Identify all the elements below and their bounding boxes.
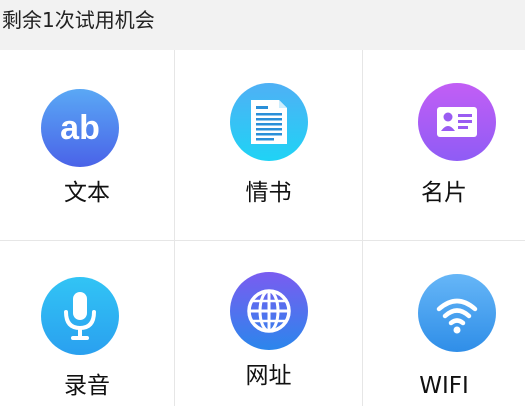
grid-item-wifi[interactable]: WIFI	[363, 241, 525, 406]
business-card-icon	[417, 82, 497, 162]
microphone-icon	[40, 276, 120, 356]
grid-item-text[interactable]: ab 文本	[0, 50, 174, 240]
grid-item-label: 录音	[64, 373, 110, 399]
grid-item-label: 情书	[245, 180, 292, 206]
text-ab-icon: ab	[40, 88, 120, 168]
grid-item-url[interactable]: 网址	[175, 241, 362, 406]
function-grid: ab 文本 情书 名片 录音 网址 WIFI	[0, 50, 525, 406]
svg-text:ab: ab	[60, 109, 100, 147]
trial-remaining-text: 剩余1次试用机会	[2, 8, 155, 32]
grid-item-label: 名片	[421, 180, 467, 206]
grid-item-label: 网址	[245, 363, 292, 389]
grid-item-business-card[interactable]: 名片	[363, 50, 525, 240]
document-icon	[229, 82, 309, 162]
trial-banner: 剩余1次试用机会	[0, 0, 525, 50]
grid-item-label: WIFI	[419, 373, 469, 399]
globe-icon	[229, 271, 309, 351]
grid-item-label: 文本	[64, 180, 110, 206]
grid-item-recording[interactable]: 录音	[0, 241, 174, 406]
grid-item-love-letter[interactable]: 情书	[175, 50, 362, 240]
wifi-icon	[417, 273, 497, 353]
